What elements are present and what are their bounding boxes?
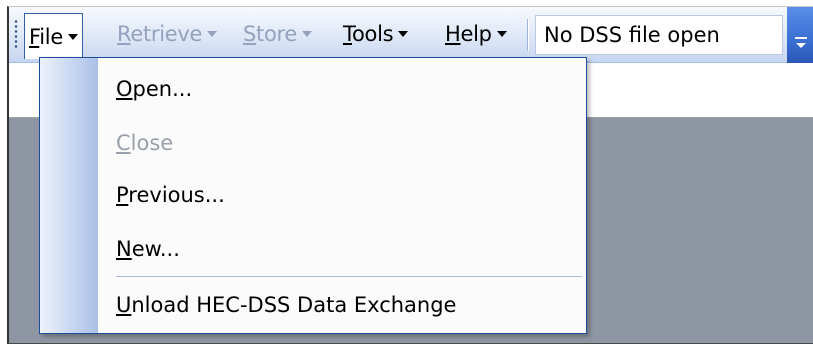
chevron-down-icon bbox=[496, 31, 507, 37]
menu-icon-gutter bbox=[40, 58, 98, 333]
menu-item-unload[interactable]: Unload HEC-DSS Data Exchange bbox=[98, 280, 586, 330]
menu-store[interactable]: Store bbox=[239, 13, 316, 55]
menu-item-close[interactable]: Close bbox=[98, 118, 586, 168]
menu-item-open[interactable]: Open... bbox=[98, 64, 586, 114]
menu-help[interactable]: Help bbox=[441, 13, 511, 55]
chevron-down-icon bbox=[67, 33, 78, 40]
toolbar-overflow-chevron-icon bbox=[795, 37, 807, 39]
dss-file-status: No DSS file open bbox=[535, 15, 783, 55]
menu-separator bbox=[116, 276, 582, 277]
toolbar-separator bbox=[527, 19, 528, 51]
chevron-down-icon bbox=[398, 31, 409, 37]
menu-item-previous[interactable]: Previous... bbox=[98, 170, 586, 220]
file-menu-dropdown: Open... Close Previous... New... Unload … bbox=[39, 57, 587, 334]
menu-tools[interactable]: Tools bbox=[339, 13, 412, 55]
chevron-down-icon bbox=[207, 31, 218, 37]
toolbar-overflow-button[interactable] bbox=[787, 7, 813, 63]
menu-item-new[interactable]: New... bbox=[98, 224, 586, 274]
toolbar-grip-icon[interactable] bbox=[14, 19, 18, 49]
menu-file[interactable]: File bbox=[24, 13, 83, 59]
menu-retrieve[interactable]: Retrieve bbox=[113, 13, 221, 55]
chevron-down-icon bbox=[796, 43, 806, 48]
menu-toolbar: File Retrieve Store Tools Help No DSS fi… bbox=[9, 7, 813, 63]
application-window: File Retrieve Store Tools Help No DSS fi… bbox=[7, 6, 813, 344]
chevron-down-icon bbox=[302, 31, 313, 37]
